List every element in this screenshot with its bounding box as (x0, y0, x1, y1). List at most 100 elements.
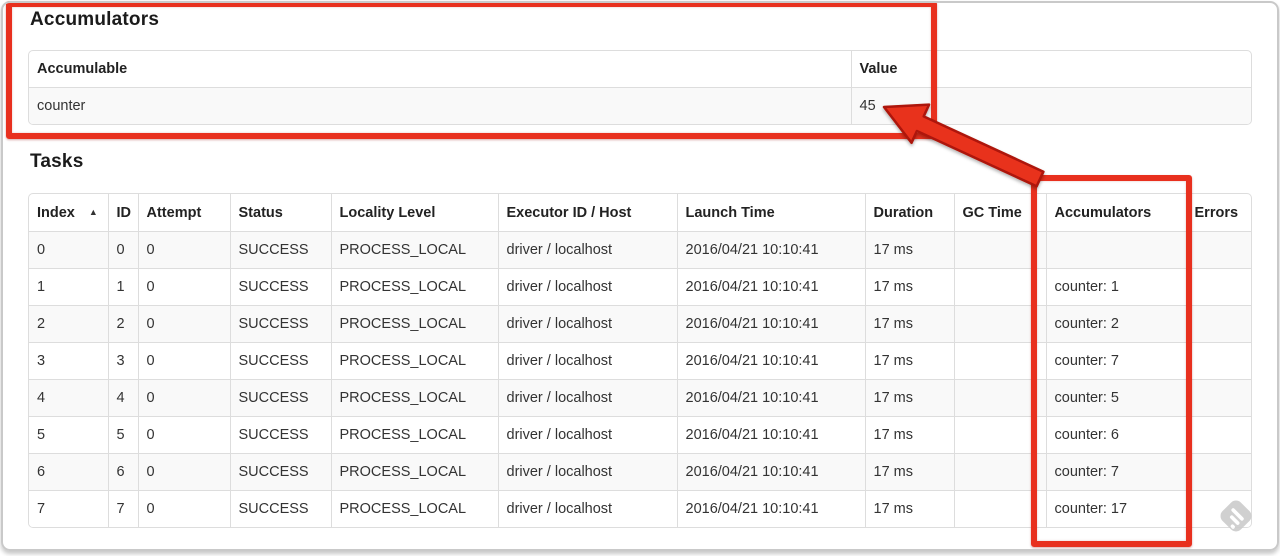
task-cell-gc-time (953, 231, 1046, 269)
task-row: 1 1 0 SUCCESS PROCESS_LOCAL driver / loc… (29, 268, 1251, 306)
task-cell-index: 2 (29, 305, 108, 343)
task-cell-id: 6 (107, 453, 138, 491)
column-header-locality-level[interactable]: Locality Level (330, 194, 498, 232)
task-cell-errors (1185, 342, 1251, 380)
task-cell-executor: driver / localhost (497, 305, 677, 343)
task-cell-executor: driver / localhost (497, 416, 677, 454)
task-cell-id: 4 (107, 379, 138, 417)
task-cell-launch-time: 2016/04/21 10:10:41 (676, 231, 865, 269)
column-header-errors[interactable]: Errors (1185, 194, 1251, 232)
task-cell-duration: 17 ms (864, 268, 954, 306)
column-header-value[interactable]: Value (850, 51, 1251, 88)
task-cell-duration: 17 ms (864, 231, 954, 269)
task-cell-index: 4 (29, 379, 108, 417)
task-cell-id: 7 (107, 490, 138, 527)
task-cell-launch-time: 2016/04/21 10:10:41 (676, 490, 865, 527)
task-row: 0 0 0 SUCCESS PROCESS_LOCAL driver / loc… (29, 231, 1251, 269)
task-cell-errors (1185, 231, 1251, 269)
task-cell-accumulators: counter: 7 (1045, 342, 1186, 380)
column-header-id[interactable]: ID (107, 194, 138, 232)
task-cell-duration: 17 ms (864, 453, 954, 491)
column-header-index[interactable]: Index ▲ (29, 194, 108, 232)
column-header-duration[interactable]: Duration (864, 194, 954, 232)
task-row: 5 5 0 SUCCESS PROCESS_LOCAL driver / loc… (29, 416, 1251, 454)
task-row: 7 7 0 SUCCESS PROCESS_LOCAL driver / loc… (29, 490, 1251, 527)
task-cell-index: 1 (29, 268, 108, 306)
task-cell-executor: driver / localhost (497, 231, 677, 269)
task-cell-gc-time (953, 379, 1046, 417)
task-cell-locality: PROCESS_LOCAL (330, 342, 498, 380)
task-cell-status: SUCCESS (229, 379, 331, 417)
task-cell-attempt: 0 (137, 305, 230, 343)
task-cell-attempt: 0 (137, 416, 230, 454)
task-cell-accumulators: counter: 2 (1045, 305, 1186, 343)
task-cell-index: 0 (29, 231, 108, 269)
task-cell-gc-time (953, 416, 1046, 454)
task-cell-duration: 17 ms (864, 379, 954, 417)
task-cell-status: SUCCESS (229, 453, 331, 491)
column-header-status[interactable]: Status (229, 194, 331, 232)
task-cell-status: SUCCESS (229, 231, 331, 269)
task-cell-errors (1185, 379, 1251, 417)
task-cell-launch-time: 2016/04/21 10:10:41 (676, 453, 865, 491)
tasks-header-row: Index ▲ ID Attempt Status Locality Level … (29, 194, 1251, 232)
task-cell-attempt: 0 (137, 490, 230, 527)
task-cell-gc-time (953, 305, 1046, 343)
task-cell-accumulators: counter: 6 (1045, 416, 1186, 454)
index-header-label: Index (37, 205, 75, 221)
task-cell-errors (1185, 453, 1251, 491)
task-cell-locality: PROCESS_LOCAL (330, 453, 498, 491)
task-cell-gc-time (953, 453, 1046, 491)
task-cell-executor: driver / localhost (497, 379, 677, 417)
accumulators-header-row: Accumulable Value (29, 51, 1251, 88)
task-cell-duration: 17 ms (864, 416, 954, 454)
accumulators-table: Accumulable Value counter 45 (28, 50, 1252, 125)
task-cell-attempt: 0 (137, 379, 230, 417)
task-cell-id: 1 (107, 268, 138, 306)
column-header-executor-id-host[interactable]: Executor ID / Host (497, 194, 677, 232)
task-cell-errors (1185, 490, 1251, 527)
task-cell-launch-time: 2016/04/21 10:10:41 (676, 342, 865, 380)
task-cell-executor: driver / localhost (497, 453, 677, 491)
task-cell-errors (1185, 305, 1251, 343)
column-header-gc-time[interactable]: GC Time (953, 194, 1046, 232)
task-cell-index: 6 (29, 453, 108, 491)
task-cell-status: SUCCESS (229, 268, 331, 306)
task-row: 2 2 0 SUCCESS PROCESS_LOCAL driver / loc… (29, 305, 1251, 343)
task-cell-locality: PROCESS_LOCAL (330, 379, 498, 417)
task-cell-attempt: 0 (137, 453, 230, 491)
task-cell-index: 5 (29, 416, 108, 454)
task-cell-attempt: 0 (137, 231, 230, 269)
task-cell-id: 2 (107, 305, 138, 343)
task-cell-id: 5 (107, 416, 138, 454)
task-cell-status: SUCCESS (229, 490, 331, 527)
task-cell-accumulators: counter: 5 (1045, 379, 1186, 417)
column-header-attempt[interactable]: Attempt (137, 194, 230, 232)
column-header-launch-time[interactable]: Launch Time (676, 194, 865, 232)
tasks-table: Index ▲ ID Attempt Status Locality Level … (28, 193, 1252, 528)
task-cell-executor: driver / localhost (497, 490, 677, 527)
tasks-section-title: Tasks (30, 151, 84, 172)
task-cell-launch-time: 2016/04/21 10:10:41 (676, 305, 865, 343)
task-cell-launch-time: 2016/04/21 10:10:41 (676, 379, 865, 417)
task-cell-attempt: 0 (137, 268, 230, 306)
accumulator-row: counter 45 (29, 87, 1251, 124)
task-cell-duration: 17 ms (864, 342, 954, 380)
task-cell-attempt: 0 (137, 342, 230, 380)
column-header-accumulators[interactable]: Accumulators (1045, 194, 1186, 232)
task-cell-index: 7 (29, 490, 108, 527)
task-row: 4 4 0 SUCCESS PROCESS_LOCAL driver / loc… (29, 379, 1251, 417)
task-cell-launch-time: 2016/04/21 10:10:41 (676, 268, 865, 306)
task-cell-locality: PROCESS_LOCAL (330, 416, 498, 454)
task-cell-errors (1185, 416, 1251, 454)
column-header-accumulable[interactable]: Accumulable (29, 51, 851, 88)
task-cell-index: 3 (29, 342, 108, 380)
accumulators-section-title: Accumulators (30, 9, 160, 30)
task-cell-accumulators: counter: 17 (1045, 490, 1186, 527)
task-cell-executor: driver / localhost (497, 342, 677, 380)
task-cell-id: 3 (107, 342, 138, 380)
task-cell-duration: 17 ms (864, 305, 954, 343)
task-cell-locality: PROCESS_LOCAL (330, 490, 498, 527)
task-cell-accumulators (1045, 231, 1186, 269)
task-cell-accumulators: counter: 7 (1045, 453, 1186, 491)
